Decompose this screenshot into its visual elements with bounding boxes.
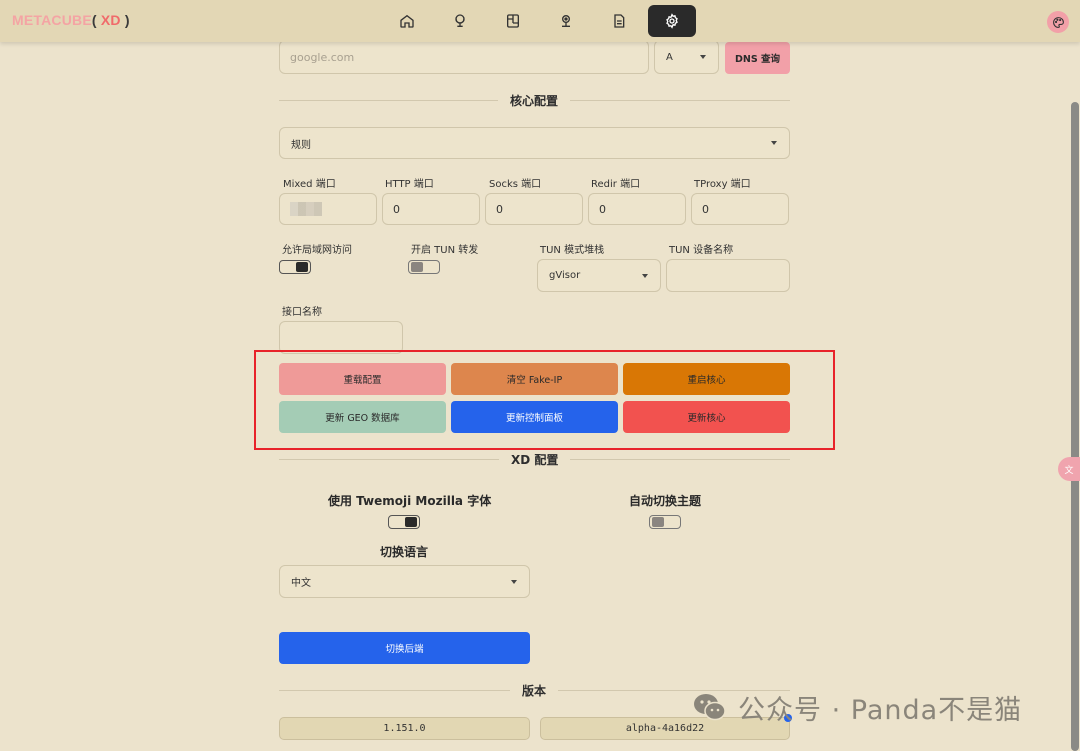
auto-theme-label: 自动切换主题 (629, 494, 702, 508)
nav-tab-connections[interactable] (542, 5, 590, 37)
core-config-title: 核心配置 (498, 92, 571, 109)
nav-tabs (383, 5, 701, 37)
tun-enable-label: 开启 TUN 转发 (411, 245, 479, 256)
document-icon (614, 14, 625, 28)
nav-tab-logs[interactable] (595, 5, 643, 37)
blurred-value (290, 202, 322, 216)
nav-tab-rules[interactable] (489, 5, 537, 37)
brand-logo[interactable]: METACUBE( XD ) (12, 12, 130, 28)
chevron-down-icon (700, 55, 706, 59)
annotation-highlight-box (254, 350, 835, 450)
gear-icon (666, 13, 678, 29)
translate-icon: 文 (1064, 465, 1074, 476)
connections-icon (507, 14, 519, 28)
port-label-http: HTTP 端口 (385, 179, 434, 190)
chevron-down-icon (771, 141, 777, 145)
port-label-redir: Redir 端口 (591, 179, 641, 190)
version-title: 版本 (510, 682, 559, 699)
tun-enable-toggle[interactable] (408, 260, 440, 274)
map-pin-icon (562, 15, 570, 27)
theme-switcher-button[interactable] (1047, 11, 1069, 33)
auto-theme-toggle[interactable] (649, 515, 681, 529)
mixed-port-input[interactable] (279, 193, 377, 225)
xd-config-title: XD 配置 (499, 451, 571, 468)
watermark: 公众号 · Panda不是猫 (692, 690, 1022, 726)
port-label-tproxy: TProxy 端口 (694, 179, 751, 190)
tun-stack-label: TUN 模式堆栈 (540, 245, 605, 256)
dns-type-select[interactable]: A (654, 40, 719, 74)
dns-query-button[interactable]: DNS 查询 (725, 42, 790, 74)
proxy-mode-select[interactable]: 规则 (279, 127, 790, 159)
wechat-icon (694, 694, 726, 721)
dns-domain-input[interactable]: google.com (279, 40, 649, 74)
chevron-down-icon (642, 273, 648, 278)
allow-lan-toggle[interactable] (279, 260, 311, 274)
switch-backend-button[interactable]: 切换后端 (279, 632, 530, 664)
tun-device-label: TUN 设备名称 (669, 245, 734, 256)
redir-port-input[interactable]: 0 (588, 193, 686, 225)
nav-tab-home[interactable] (383, 5, 431, 37)
interface-name-label: 接口名称 (282, 307, 322, 318)
nav-tab-settings[interactable] (648, 5, 696, 37)
allow-lan-label: 允许局域网访问 (282, 245, 352, 256)
tun-stack-select[interactable]: gVisor (537, 259, 661, 292)
core-version-badge: 1.151.0 (279, 717, 530, 740)
language-label: 切换语言 (380, 545, 429, 559)
twemoji-toggle[interactable] (388, 515, 420, 529)
chevron-down-icon (511, 579, 517, 584)
palette-icon (1052, 16, 1064, 28)
tun-device-input[interactable] (666, 259, 790, 292)
twemoji-label: 使用 Twemoji Mozilla 字体 (328, 494, 492, 508)
translate-float-button[interactable]: 文 (1058, 457, 1080, 481)
port-label-socks: Socks 端口 (489, 179, 542, 190)
globe-icon (455, 14, 465, 27)
socks-port-input[interactable]: 0 (485, 193, 583, 225)
scrollbar-thumb[interactable] (1071, 102, 1079, 751)
nav-tab-proxies[interactable] (436, 5, 484, 37)
home-icon (400, 14, 414, 28)
tproxy-port-input[interactable]: 0 (691, 193, 789, 225)
http-port-input[interactable]: 0 (382, 193, 480, 225)
language-select[interactable]: 中文 (279, 565, 530, 598)
port-label-mixed: Mixed 端口 (283, 179, 336, 190)
top-navbar: METACUBE( XD ) (0, 0, 1080, 42)
